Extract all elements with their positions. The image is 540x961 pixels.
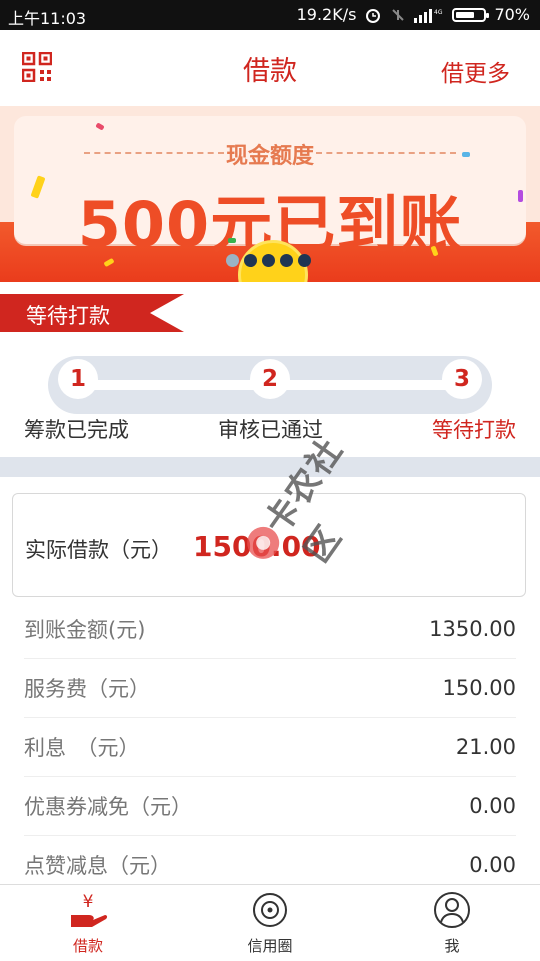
detail-label: 优惠券减免（元） [24, 795, 192, 819]
carousel-dot[interactable] [262, 254, 275, 267]
wifi-off-icon [392, 8, 405, 21]
status-bar: 上午11:03 19.2K/s 4G 70% [0, 0, 540, 30]
detail-label: 点赞减息（元） [24, 854, 171, 878]
detail-value: 0.00 [469, 794, 516, 818]
battery-icon [452, 7, 490, 22]
detail-label: 到账金额(元) [24, 618, 146, 642]
tab-me-label: 我 [444, 937, 460, 955]
signal-icon: 4G [414, 8, 443, 23]
battery-percent: 70% [494, 5, 530, 24]
header: 借款 借更多 [0, 30, 540, 106]
confetti [518, 190, 523, 202]
detail-label: 利息 （元） [24, 736, 140, 760]
confetti [228, 238, 236, 243]
carousel-dot[interactable] [298, 254, 311, 267]
carousel-dot[interactable] [244, 254, 257, 267]
detail-value: 150.00 [442, 676, 516, 700]
promo-banner[interactable]: 现金额度 500元已到账 [0, 106, 540, 282]
tab-bar: ¥ 借款 信用圈 我 [0, 884, 540, 961]
carousel-dot[interactable] [280, 254, 293, 267]
detail-row: 优惠券减免（元） 0.00 [24, 777, 516, 836]
carousel-indicator[interactable] [226, 254, 311, 267]
banner-subtitle: 现金额度 [225, 144, 314, 169]
status-tag-label: 等待打款 [26, 304, 110, 328]
credit-circle-icon [253, 893, 287, 927]
tab-borrow[interactable]: ¥ 借款 [28, 891, 148, 956]
detail-value: 21.00 [455, 735, 516, 759]
alarm-icon [366, 8, 381, 23]
step-3-node: 3 [442, 359, 482, 399]
confetti [462, 152, 470, 157]
detail-row: 服务费（元） 150.00 [24, 659, 516, 718]
tab-me[interactable]: 我 [392, 891, 512, 956]
banner-card: 现金额度 500元已到账 [14, 116, 526, 261]
svg-text:4G: 4G [434, 9, 443, 16]
step-3-label: 等待打款 [432, 418, 516, 442]
status-time: 上午11:03 [8, 9, 87, 28]
tab-credit-circle-label: 信用圈 [247, 937, 293, 955]
yen-hand-icon: ¥ [71, 892, 108, 927]
status-tag: 等待打款 [0, 294, 184, 332]
borrow-more-link[interactable]: 借更多 [441, 54, 510, 88]
detail-value: 1350.00 [429, 617, 516, 641]
detail-label: 服务费（元） [24, 677, 150, 701]
detail-value: 0.00 [469, 853, 516, 877]
detail-row: 到账金额(元) 1350.00 [24, 600, 516, 659]
user-icon [434, 892, 470, 928]
svg-text:¥: ¥ [83, 892, 94, 912]
tab-credit-circle[interactable]: 信用圈 [210, 891, 330, 956]
loan-details: 到账金额(元) 1350.00 服务费（元） 150.00 利息 （元） 21.00 … [24, 600, 516, 894]
detail-row: 利息 （元） 21.00 [24, 718, 516, 777]
actual-loan-label: 实际借款（元） [25, 538, 172, 562]
tab-borrow-label: 借款 [72, 937, 103, 955]
step-1-label: 筹款已完成 [24, 418, 129, 442]
network-speed: 19.2K/s [296, 5, 357, 24]
carousel-dot[interactable] [226, 254, 239, 267]
status-right: 19.2K/s 4G 70% [297, 5, 530, 24]
step-1-node: 1 [58, 359, 98, 399]
